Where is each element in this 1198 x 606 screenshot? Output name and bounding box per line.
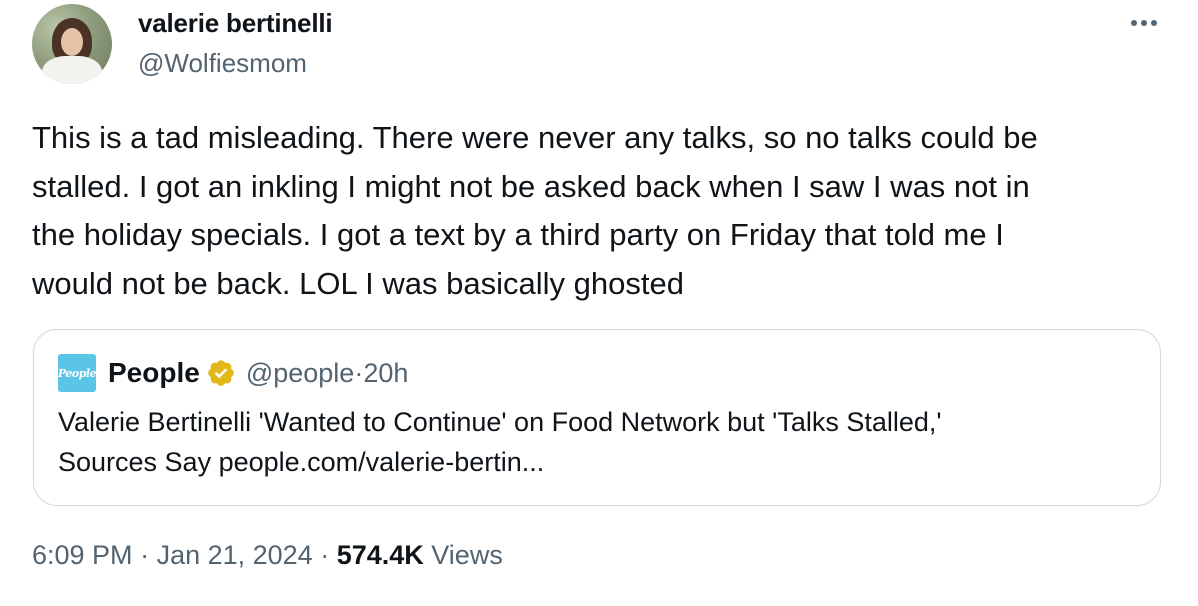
quoted-author-name[interactable]: People [108, 357, 200, 389]
tweet-text: This is a tad misleading. There were nev… [32, 120, 1038, 301]
more-horizontal-icon [1141, 20, 1147, 26]
meta-separator: · [354, 357, 364, 388]
author-handle[interactable]: @Wolfiesmom [138, 48, 307, 79]
tweet-footer: 6:09 PM · Jan 21, 2024 · 574.4K Views [32, 540, 503, 571]
more-horizontal-icon [1131, 20, 1137, 26]
avatar-shirt [42, 56, 102, 84]
footer-separator: · [132, 540, 157, 570]
people-logo-icon: People [57, 354, 97, 392]
footer-separator: · [312, 540, 337, 570]
views-count[interactable]: 574.4K [337, 540, 424, 570]
quoted-author-handle[interactable]: @people [246, 358, 355, 389]
tweet-date[interactable]: Jan 21, 2024 [157, 540, 313, 570]
quoted-tweet-header: People People @people · 20h [58, 354, 408, 392]
author-display-name[interactable]: valerie bertinelli [138, 8, 333, 39]
people-logo-text: People [57, 366, 97, 380]
avatar-face [61, 28, 83, 56]
more-horizontal-icon [1151, 20, 1157, 26]
views-label: Views [423, 540, 503, 570]
verified-badge-icon [208, 360, 234, 386]
quoted-tweet-card[interactable]: People People @people · 20h Valerie Bert… [33, 329, 1161, 506]
more-options-button[interactable] [1126, 8, 1162, 38]
quoted-tweet-text: Valerie Bertinelli 'Wanted to Continue' … [58, 407, 942, 477]
quoted-tweet-time[interactable]: 20h [363, 358, 408, 389]
avatar[interactable] [32, 4, 112, 84]
tweet-time[interactable]: 6:09 PM [32, 540, 133, 570]
